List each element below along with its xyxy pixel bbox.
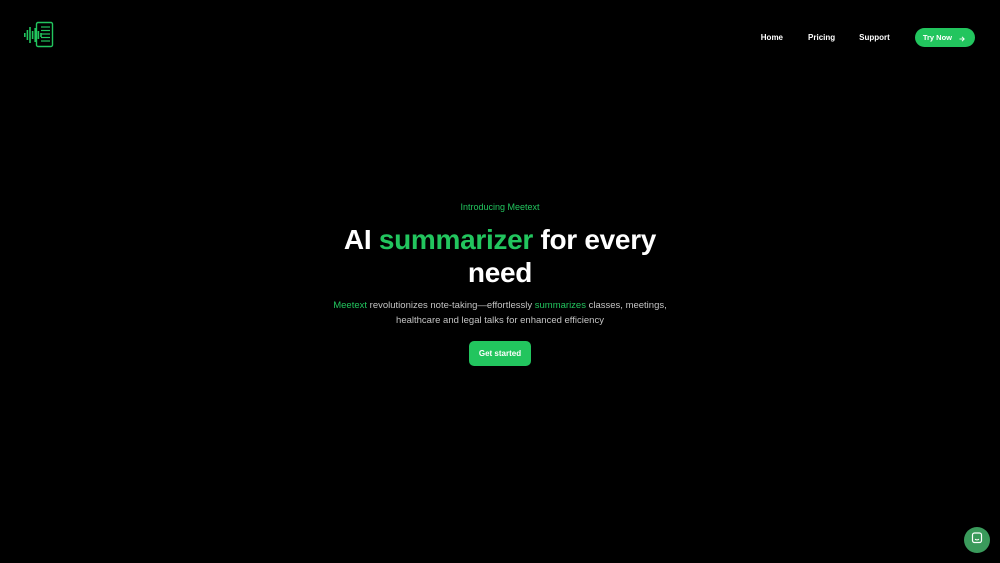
nav-support-link[interactable]: Support xyxy=(859,33,890,42)
hero-subtext: Meetext revolutionizes note-taking—effor… xyxy=(320,298,680,328)
top-nav: Home Pricing Support Try Now xyxy=(761,28,975,47)
try-now-button[interactable]: Try Now xyxy=(914,28,975,47)
hero-section: Introducing Meetext AI summarizer for ev… xyxy=(0,200,1000,366)
hero-headline: AI summarizer for every need xyxy=(320,223,680,289)
headline-accent: summarizer xyxy=(378,224,533,255)
subtext-brand: Meetext xyxy=(333,300,368,311)
nav-pricing-link[interactable]: Pricing xyxy=(808,33,835,42)
soundwave-document-icon[interactable] xyxy=(23,21,55,49)
chat-icon xyxy=(971,531,983,549)
get-started-button[interactable]: Get started xyxy=(468,341,532,366)
headline-prefix: AI xyxy=(343,224,379,255)
chat-button[interactable] xyxy=(964,527,990,553)
try-now-label: Try Now xyxy=(922,33,952,42)
hero-eyebrow: Introducing Meetext xyxy=(460,202,540,212)
subtext-accent: summarizes xyxy=(534,300,586,311)
page: Home Pricing Support Try Now Introducing… xyxy=(0,0,1000,563)
arrow-right-icon xyxy=(959,35,965,42)
subtext-part-1: revolutionizes note-taking—effortlessly xyxy=(367,300,535,311)
nav-home-link[interactable]: Home xyxy=(761,33,783,42)
